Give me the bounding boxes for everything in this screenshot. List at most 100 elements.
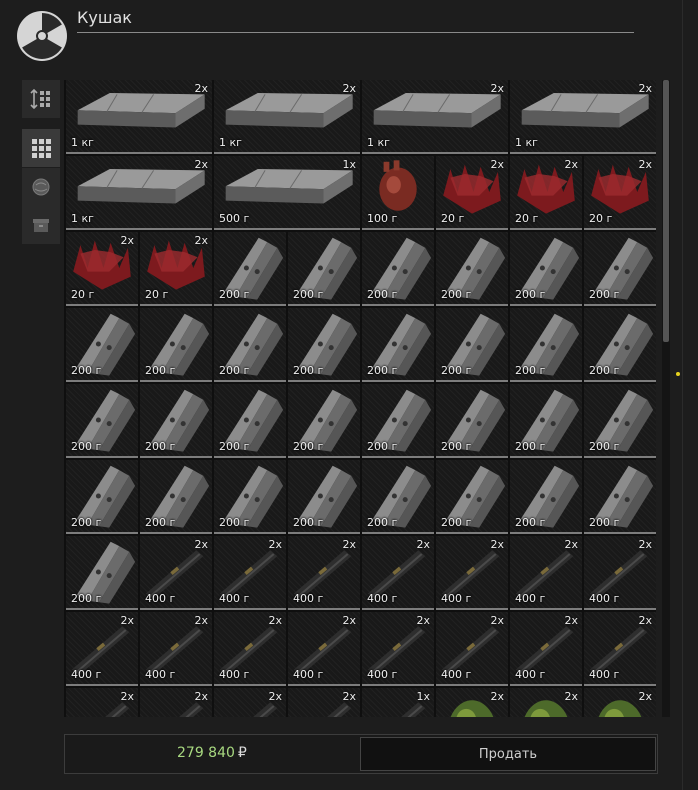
- inventory-slot-plates[interactable]: 200 г: [436, 232, 508, 306]
- inventory-slot-plates[interactable]: 200 г: [288, 384, 360, 458]
- inventory-slot-bar[interactable]: 2x 400 г: [214, 612, 286, 686]
- item-weight: 200 г: [219, 288, 250, 301]
- inventory-slot-plates[interactable]: 200 г: [584, 308, 656, 382]
- inventory-slot-heart[interactable]: 100 г: [362, 156, 434, 230]
- inventory-slot-bar[interactable]: 2x 400 г: [66, 612, 138, 686]
- inventory-slot-plates[interactable]: 200 г: [362, 460, 434, 534]
- inventory-slot-spikes[interactable]: 2x 20 г: [510, 156, 582, 230]
- inventory-slot-green[interactable]: 2x: [584, 688, 656, 717]
- inventory-slot-bar[interactable]: 2x 400 г: [140, 612, 212, 686]
- inventory-slot-bar[interactable]: 2x 400 г: [362, 612, 434, 686]
- inventory-slot-spikes[interactable]: 2x 20 г: [66, 232, 138, 306]
- inventory-slot-plates[interactable]: 200 г: [66, 308, 138, 382]
- stack-count: 2x: [194, 690, 208, 703]
- window-title: Кушак: [77, 8, 132, 27]
- inventory-slot-bar[interactable]: 2x 400 г: [584, 612, 656, 686]
- inventory-slot-plates[interactable]: 200 г: [214, 308, 286, 382]
- inventory-slot-bar[interactable]: 2x 400 г: [510, 612, 582, 686]
- inventory-slot-plates[interactable]: 200 г: [140, 308, 212, 382]
- inventory-slot-plates[interactable]: 200 г: [214, 460, 286, 534]
- inventory-slot-plates[interactable]: 200 г: [288, 460, 360, 534]
- inventory-slot-plates[interactable]: 200 г: [288, 232, 360, 306]
- inventory-slot-plates[interactable]: 200 г: [214, 232, 286, 306]
- inventory-slot-crate[interactable]: 2x 1 кг: [66, 156, 212, 230]
- container-filter-button[interactable]: [22, 206, 60, 244]
- inventory-slot-bar[interactable]: 2x: [214, 688, 286, 717]
- stack-count: 2x: [490, 82, 504, 95]
- inventory-slot-bar[interactable]: 2x 400 г: [584, 536, 656, 610]
- inventory-slot-plates[interactable]: 200 г: [66, 536, 138, 610]
- item-weight: 200 г: [293, 364, 324, 377]
- inventory-slot-crate[interactable]: 2x 1 кг: [66, 80, 212, 154]
- inventory-slot-crate[interactable]: 2x 1 кг: [362, 80, 508, 154]
- inventory-slot-plates[interactable]: 200 г: [214, 384, 286, 458]
- inventory-slot-plates[interactable]: 200 г: [510, 384, 582, 458]
- currency-symbol: ₽: [237, 745, 247, 761]
- item-weight: 200 г: [145, 516, 176, 529]
- inventory-slot-bar[interactable]: 2x: [288, 688, 360, 717]
- inventory-slot-bar[interactable]: 2x: [66, 688, 138, 717]
- inventory-slot-plates[interactable]: 200 г: [362, 232, 434, 306]
- sort-button[interactable]: [22, 80, 60, 118]
- inventory-slot-plates[interactable]: 200 г: [584, 460, 656, 534]
- inventory-slot-plates[interactable]: 200 г: [510, 460, 582, 534]
- stack-count: 2x: [194, 234, 208, 247]
- inventory-slot-bar[interactable]: 2x 400 г: [214, 536, 286, 610]
- container-filter-icon: [33, 219, 49, 232]
- inventory-slot-bar[interactable]: 2x 400 г: [140, 536, 212, 610]
- inventory-slot-spikes[interactable]: 2x 20 г: [140, 232, 212, 306]
- item-weight: 400 г: [293, 592, 324, 605]
- inventory-slot-bar[interactable]: 2x 400 г: [510, 536, 582, 610]
- inventory-slot-plates[interactable]: 200 г: [510, 308, 582, 382]
- inventory-slot-plates[interactable]: 200 г: [66, 384, 138, 458]
- inventory-slot-crate[interactable]: 2x 1 кг: [510, 80, 656, 154]
- inventory-slot-plates[interactable]: 200 г: [66, 460, 138, 534]
- inventory-slot-plates[interactable]: 200 г: [140, 460, 212, 534]
- inventory-slot-plates[interactable]: 200 г: [436, 384, 508, 458]
- stack-count: 2x: [120, 614, 134, 627]
- grid-view-button[interactable]: [22, 129, 60, 167]
- item-weight: 1 кг: [515, 136, 538, 149]
- inventory-slot-plates[interactable]: 200 г: [584, 384, 656, 458]
- stack-count: 1x: [416, 690, 430, 703]
- item-weight: 200 г: [71, 440, 102, 453]
- item-weight: 200 г: [367, 288, 398, 301]
- inventory-slot-bar[interactable]: 2x 400 г: [436, 612, 508, 686]
- stack-count: 2x: [268, 614, 282, 627]
- item-weight: 400 г: [219, 592, 250, 605]
- stack-count: 2x: [268, 690, 282, 703]
- item-weight: 1 кг: [71, 136, 94, 149]
- item-weight: 400 г: [367, 592, 398, 605]
- sell-button[interactable]: Продать: [360, 737, 656, 771]
- inventory-slot-plates[interactable]: 200 г: [362, 308, 434, 382]
- inventory-slot-spikes[interactable]: 2x 20 г: [584, 156, 656, 230]
- scrollbar-thumb[interactable]: [663, 80, 669, 342]
- stack-count: 2x: [564, 614, 578, 627]
- inventory-slot-crate[interactable]: 1x 500 г: [214, 156, 360, 230]
- window-header: Кушак: [0, 0, 698, 70]
- inventory-slot-plates[interactable]: 200 г: [436, 460, 508, 534]
- inventory-slot-crate[interactable]: 2x 1 кг: [214, 80, 360, 154]
- inventory-slot-plates[interactable]: 200 г: [140, 384, 212, 458]
- item-weight: 400 г: [367, 668, 398, 681]
- item-weight: 1 кг: [219, 136, 242, 149]
- inventory-slot-bar[interactable]: 2x 400 г: [436, 536, 508, 610]
- inventory-slot-bar[interactable]: 1x: [362, 688, 434, 717]
- inventory-slot-plates[interactable]: 200 г: [510, 232, 582, 306]
- item-weight: 200 г: [293, 440, 324, 453]
- inventory-slot-green[interactable]: 2x: [510, 688, 582, 717]
- inventory-slot-plates[interactable]: 200 г: [584, 232, 656, 306]
- inventory-slot-bar[interactable]: 2x 400 г: [288, 612, 360, 686]
- inventory-slot-plates[interactable]: 200 г: [288, 308, 360, 382]
- inventory-slot-spikes[interactable]: 2x 20 г: [436, 156, 508, 230]
- inventory-slot-plates[interactable]: 200 г: [362, 384, 434, 458]
- stack-count: 2x: [120, 234, 134, 247]
- inventory-slot-bar[interactable]: 2x 400 г: [362, 536, 434, 610]
- inventory-slot-bar[interactable]: 2x 400 г: [288, 536, 360, 610]
- artifact-filter-button[interactable]: [22, 168, 60, 206]
- item-weight: 100 г: [367, 212, 398, 225]
- inventory-slot-green[interactable]: 2x: [436, 688, 508, 717]
- inventory-slot-bar[interactable]: 2x: [140, 688, 212, 717]
- inventory-slot-plates[interactable]: 200 г: [436, 308, 508, 382]
- panel-edge: [682, 0, 683, 790]
